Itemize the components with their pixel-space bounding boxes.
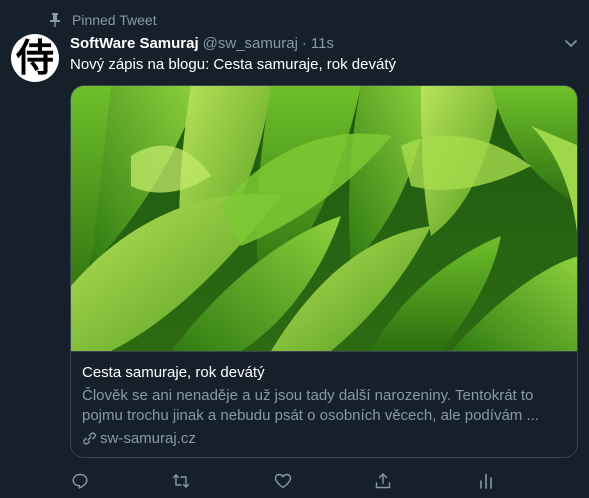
- card-image[interactable]: [71, 86, 578, 351]
- card-link-row[interactable]: sw-samuraj.cz: [82, 430, 570, 447]
- timestamp[interactable]: 11s: [311, 35, 334, 52]
- analytics-icon[interactable]: [477, 472, 495, 490]
- link-icon: [82, 431, 97, 446]
- avatar[interactable]: 侍: [11, 34, 59, 82]
- separator-dot: ·: [301, 34, 307, 52]
- pinned-indicator: Pinned Tweet: [47, 11, 157, 29]
- link-card[interactable]: Cesta samuraje, rok devátý Člověk se ani…: [70, 85, 578, 458]
- user-handle[interactable]: @sw_samuraj: [203, 35, 298, 52]
- tweet-text: Nový zápis na blogu: Cesta samuraje, rok…: [70, 56, 396, 73]
- like-icon[interactable]: [274, 472, 292, 490]
- card-body: Cesta samuraje, rok devátý Člověk se ani…: [82, 363, 570, 447]
- pinned-label: Pinned Tweet: [72, 12, 157, 28]
- chevron-down-icon[interactable]: [563, 35, 579, 51]
- reply-icon[interactable]: [71, 472, 89, 490]
- display-name[interactable]: SoftWare Samuraj: [70, 35, 199, 52]
- card-domain[interactable]: sw-samuraj.cz: [100, 430, 196, 447]
- share-icon[interactable]: [374, 472, 392, 490]
- retweet-icon[interactable]: [172, 472, 190, 490]
- tweet-header: SoftWare Samuraj @sw_samuraj · 11s: [70, 33, 334, 53]
- card-description: Člověk se ani nenaděje a už jsou tady da…: [82, 387, 539, 424]
- card-divider: [71, 351, 577, 352]
- pin-icon: [49, 13, 61, 27]
- avatar-glyph: 侍: [15, 35, 54, 80]
- card-title[interactable]: Cesta samuraje, rok devátý: [82, 363, 570, 383]
- tweet-actions: [0, 472, 589, 494]
